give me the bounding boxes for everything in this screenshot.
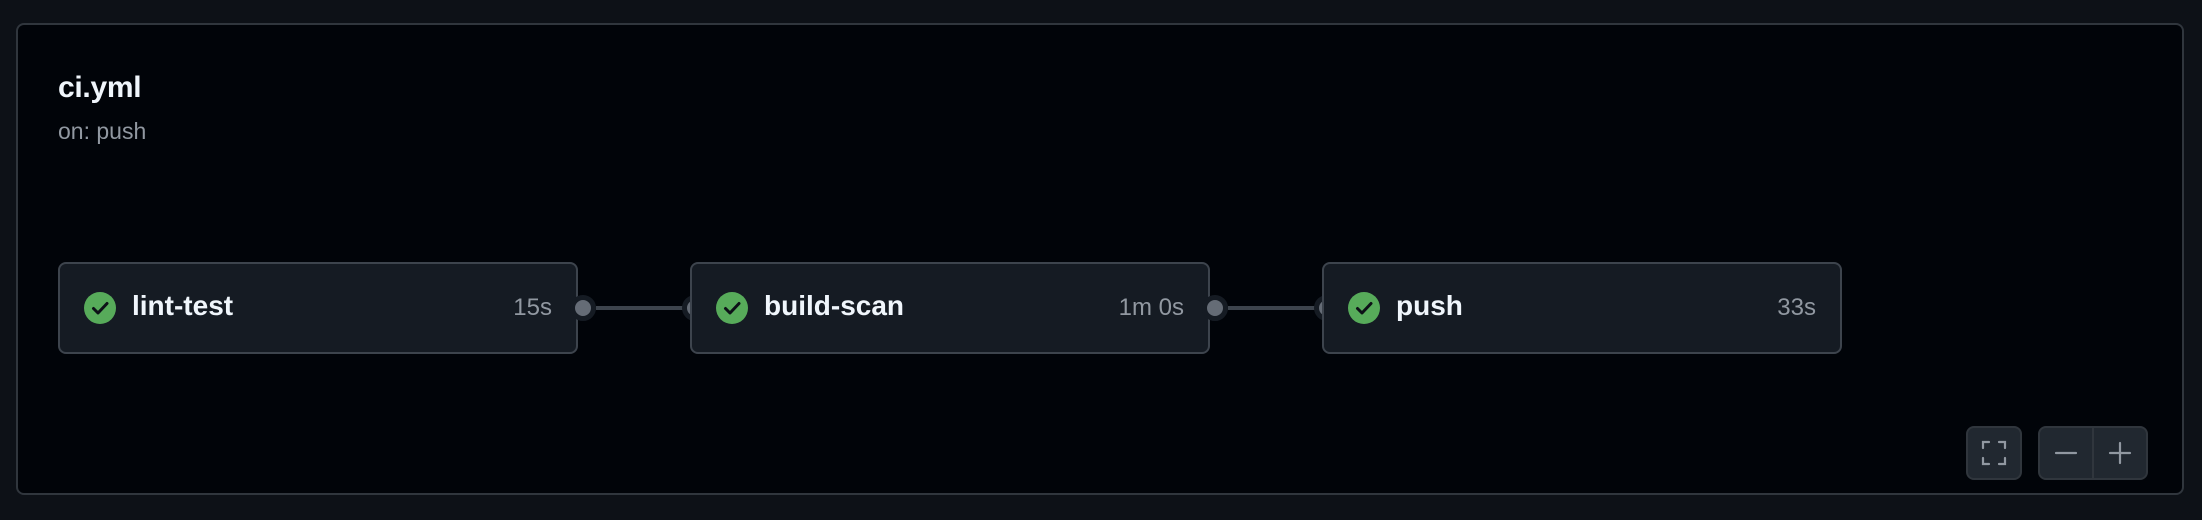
job-output-port	[570, 295, 596, 321]
job-duration: 15s	[513, 294, 552, 321]
job-card-push[interactable]: push 33s	[1322, 262, 1842, 354]
check-circle-icon	[716, 292, 748, 324]
zoom-control	[2038, 426, 2148, 480]
check-circle-icon	[84, 292, 116, 324]
workflow-graph-panel: ci.yml on: push lint-test 15s build-scan…	[16, 23, 2184, 495]
job-name[interactable]: build-scan	[764, 290, 904, 322]
zoom-in-button[interactable]	[2094, 428, 2146, 478]
minus-icon	[2054, 451, 2078, 455]
job-name[interactable]: push	[1396, 290, 1463, 322]
check-circle-icon	[1348, 292, 1380, 324]
workflow-title: ci.yml	[58, 71, 142, 104]
job-card-lint-test[interactable]: lint-test 15s	[58, 262, 578, 354]
job-duration: 33s	[1777, 294, 1816, 321]
fullscreen-icon	[1981, 440, 2007, 466]
job-card-build-scan[interactable]: build-scan 1m 0s	[690, 262, 1210, 354]
workflow-trigger: on: push	[58, 118, 147, 144]
plus-icon	[2108, 441, 2132, 465]
fullscreen-button[interactable]	[1968, 428, 2020, 478]
fullscreen-control	[1966, 426, 2022, 480]
job-output-port	[1202, 295, 1228, 321]
job-duration: 1m 0s	[1118, 294, 1184, 321]
zoom-out-button[interactable]	[2040, 428, 2092, 478]
job-name[interactable]: lint-test	[132, 290, 233, 322]
